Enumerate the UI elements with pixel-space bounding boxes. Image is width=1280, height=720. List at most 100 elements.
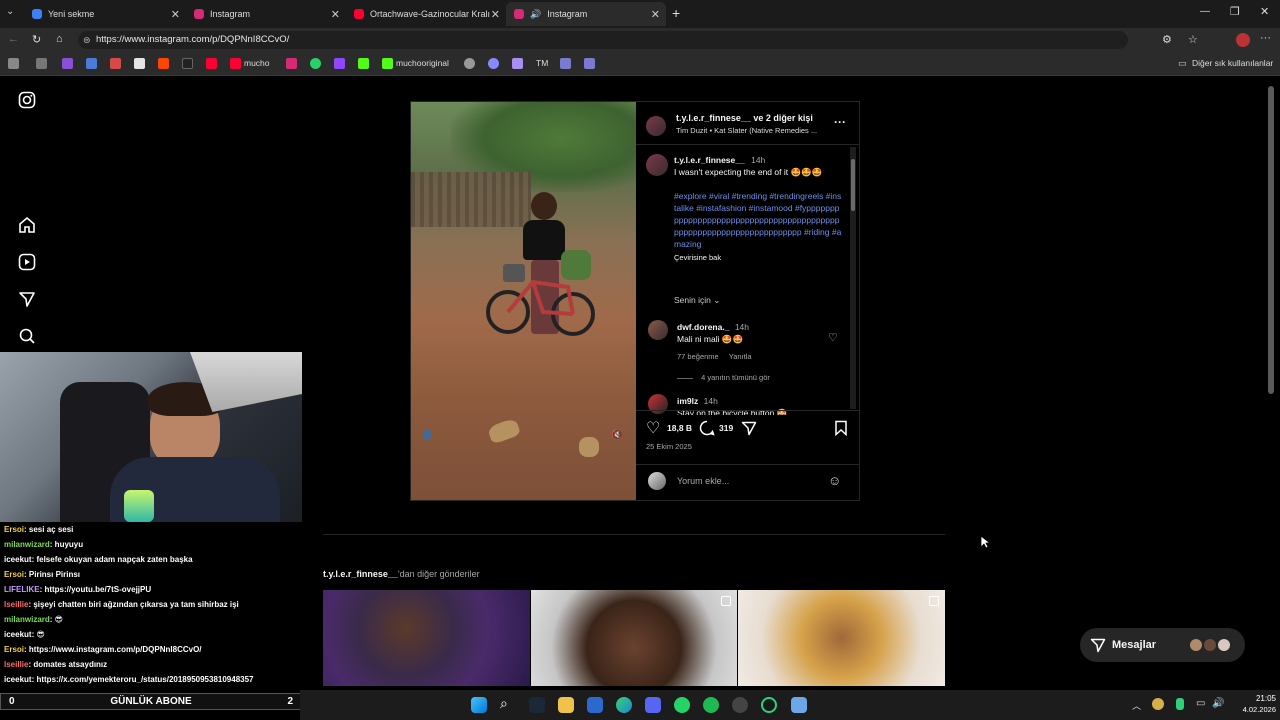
bookmark-muchooriginal[interactable]: muchooriginal bbox=[396, 58, 449, 68]
file-explorer-icon[interactable] bbox=[558, 697, 574, 713]
comment-count[interactable]: 319 bbox=[719, 423, 733, 433]
youtube-icon[interactable] bbox=[230, 58, 241, 69]
close-icon[interactable]: ✕ bbox=[331, 8, 340, 21]
tray-icon[interactable] bbox=[1152, 698, 1164, 710]
home-icon[interactable] bbox=[18, 216, 36, 234]
scrollbar-thumb[interactable] bbox=[851, 159, 855, 211]
post-thumbnail[interactable] bbox=[531, 590, 737, 686]
chat-username[interactable]: milanwizard bbox=[4, 540, 50, 549]
bookmark-icon[interactable] bbox=[62, 58, 73, 69]
emoji-icon[interactable]: ☺ bbox=[828, 473, 841, 488]
messages-button[interactable]: Mesajlar bbox=[1080, 628, 1245, 662]
like-icon[interactable]: ♡ bbox=[646, 418, 660, 438]
bookmark-icon[interactable] bbox=[834, 420, 848, 441]
home-icon[interactable]: ⌂ bbox=[56, 33, 63, 45]
shield-icon[interactable] bbox=[584, 58, 595, 69]
reply-button[interactable]: Yanıtla bbox=[729, 352, 752, 361]
store-icon[interactable] bbox=[587, 697, 603, 713]
tab-instagram-active[interactable]: 🔊 Instagram ✕ bbox=[506, 2, 666, 26]
reload-icon[interactable]: ↻ bbox=[32, 33, 41, 46]
comment-likes[interactable]: 77 beğenme bbox=[677, 352, 719, 361]
gmail-icon[interactable] bbox=[110, 58, 121, 69]
post-audio[interactable]: Tim Duzit • Kat Slater (Native Remedies … bbox=[676, 126, 817, 135]
chrome-icon[interactable] bbox=[134, 58, 145, 69]
restore-button[interactable]: ❐ bbox=[1230, 5, 1240, 18]
comments-scrollbar[interactable] bbox=[850, 147, 856, 409]
youtube-icon[interactable] bbox=[206, 58, 217, 69]
post-thumbnail[interactable] bbox=[323, 590, 530, 686]
menu-icon[interactable]: ··· bbox=[1260, 32, 1271, 44]
volume-icon[interactable]: 🔊 bbox=[1212, 698, 1224, 709]
kick-icon[interactable] bbox=[358, 58, 369, 69]
avatar[interactable] bbox=[646, 154, 668, 176]
avatar[interactable] bbox=[648, 320, 668, 340]
profile-avatar[interactable] bbox=[1236, 33, 1250, 47]
share-icon[interactable] bbox=[741, 420, 757, 441]
search-icon[interactable]: ⌕ bbox=[500, 695, 516, 711]
comment-icon[interactable] bbox=[699, 420, 715, 441]
reddit-icon[interactable] bbox=[158, 58, 169, 69]
post-thumbnail[interactable] bbox=[738, 590, 945, 686]
new-tab-button[interactable]: + bbox=[672, 5, 680, 21]
user-tag-icon[interactable]: 👤 bbox=[421, 430, 433, 441]
bookmark-mucho[interactable]: mucho bbox=[244, 58, 270, 68]
avatar[interactable] bbox=[648, 394, 668, 414]
for-you-toggle[interactable]: Senin için ⌄ bbox=[674, 295, 720, 306]
tab-youtube[interactable]: Ortachwave-Gazinocular Kralı(Sen ✕ bbox=[346, 2, 506, 26]
close-icon[interactable]: ✕ bbox=[651, 8, 660, 21]
mute-icon[interactable]: 🔇 bbox=[611, 430, 623, 441]
comment-author[interactable]: dwf.dorena._ bbox=[677, 322, 729, 332]
bookmark-icon[interactable] bbox=[8, 58, 19, 69]
start-icon[interactable] bbox=[471, 697, 487, 713]
chat-username[interactable]: iceekut bbox=[4, 630, 32, 639]
app-icon[interactable] bbox=[791, 697, 807, 713]
chat-username[interactable]: Ersoi bbox=[4, 570, 24, 579]
discord-icon[interactable] bbox=[645, 697, 661, 713]
app-icon[interactable] bbox=[761, 697, 777, 713]
more-options-icon[interactable]: ··· bbox=[834, 115, 846, 129]
whatsapp-icon[interactable] bbox=[310, 58, 321, 69]
obs-icon[interactable] bbox=[732, 697, 748, 713]
x-icon[interactable] bbox=[182, 58, 193, 69]
clock-time[interactable]: 21:05 bbox=[1236, 694, 1276, 703]
display-icon[interactable]: ▭ bbox=[1196, 698, 1205, 709]
page-scrollbar[interactable] bbox=[1268, 86, 1274, 394]
shield-icon[interactable] bbox=[560, 58, 571, 69]
heart-icon[interactable]: ♡ bbox=[828, 331, 838, 344]
chat-username[interactable]: lseillie bbox=[4, 660, 28, 669]
bookmark-tm[interactable]: TM bbox=[536, 58, 548, 68]
reels-icon[interactable] bbox=[18, 253, 36, 271]
bookmark-icon[interactable] bbox=[464, 58, 475, 69]
chat-username[interactable]: milanwizard bbox=[4, 615, 50, 624]
microphone-icon[interactable] bbox=[1176, 698, 1184, 710]
like-count[interactable]: 18,8 B bbox=[667, 423, 692, 433]
close-icon[interactable]: ✕ bbox=[491, 8, 500, 21]
whatsapp-icon[interactable] bbox=[674, 697, 690, 713]
bookmark-icon[interactable] bbox=[86, 58, 97, 69]
chevron-up-icon[interactable]: ︿ bbox=[1132, 699, 1141, 712]
caption-hashtags[interactable]: #explore #viral #trending #trendingreels… bbox=[674, 190, 842, 250]
edge-icon[interactable] bbox=[616, 697, 632, 713]
speaker-icon[interactable]: 🔊 bbox=[530, 9, 541, 20]
favorites-icon[interactable]: ☆ bbox=[1188, 33, 1198, 46]
instagram-icon[interactable] bbox=[286, 58, 297, 69]
bookmark-icon[interactable] bbox=[36, 58, 47, 69]
caption-author[interactable]: t.y.l.e.r_finnese__ bbox=[674, 155, 745, 165]
see-translation-link[interactable]: Çevirisine bak bbox=[674, 252, 842, 264]
other-favorites[interactable]: Diğer sık kullanılanlar bbox=[1192, 58, 1273, 68]
tab-new[interactable]: Yeni sekme ✕ bbox=[24, 2, 186, 26]
kick-icon[interactable] bbox=[382, 58, 393, 69]
post-author[interactable]: t.y.l.e.r_finnese__ bbox=[676, 113, 751, 123]
site-info-icon[interactable]: ⊜ bbox=[83, 31, 91, 49]
clock-date[interactable]: 4.02.2026 bbox=[1224, 705, 1276, 714]
chat-username[interactable]: Ersoi bbox=[4, 525, 24, 534]
tab-actions-icon[interactable]: ⌄ bbox=[6, 6, 14, 17]
chat-username[interactable]: lseillie bbox=[4, 600, 28, 609]
instagram-logo-icon[interactable] bbox=[18, 91, 36, 109]
twitch-icon[interactable] bbox=[334, 58, 345, 69]
comment-author[interactable]: im9lz bbox=[677, 396, 698, 406]
add-comment-input[interactable]: Yorum ekle... bbox=[677, 476, 729, 486]
direct-message-icon[interactable] bbox=[18, 290, 36, 308]
steam-icon[interactable] bbox=[529, 697, 545, 713]
back-icon[interactable]: ← bbox=[8, 33, 19, 45]
